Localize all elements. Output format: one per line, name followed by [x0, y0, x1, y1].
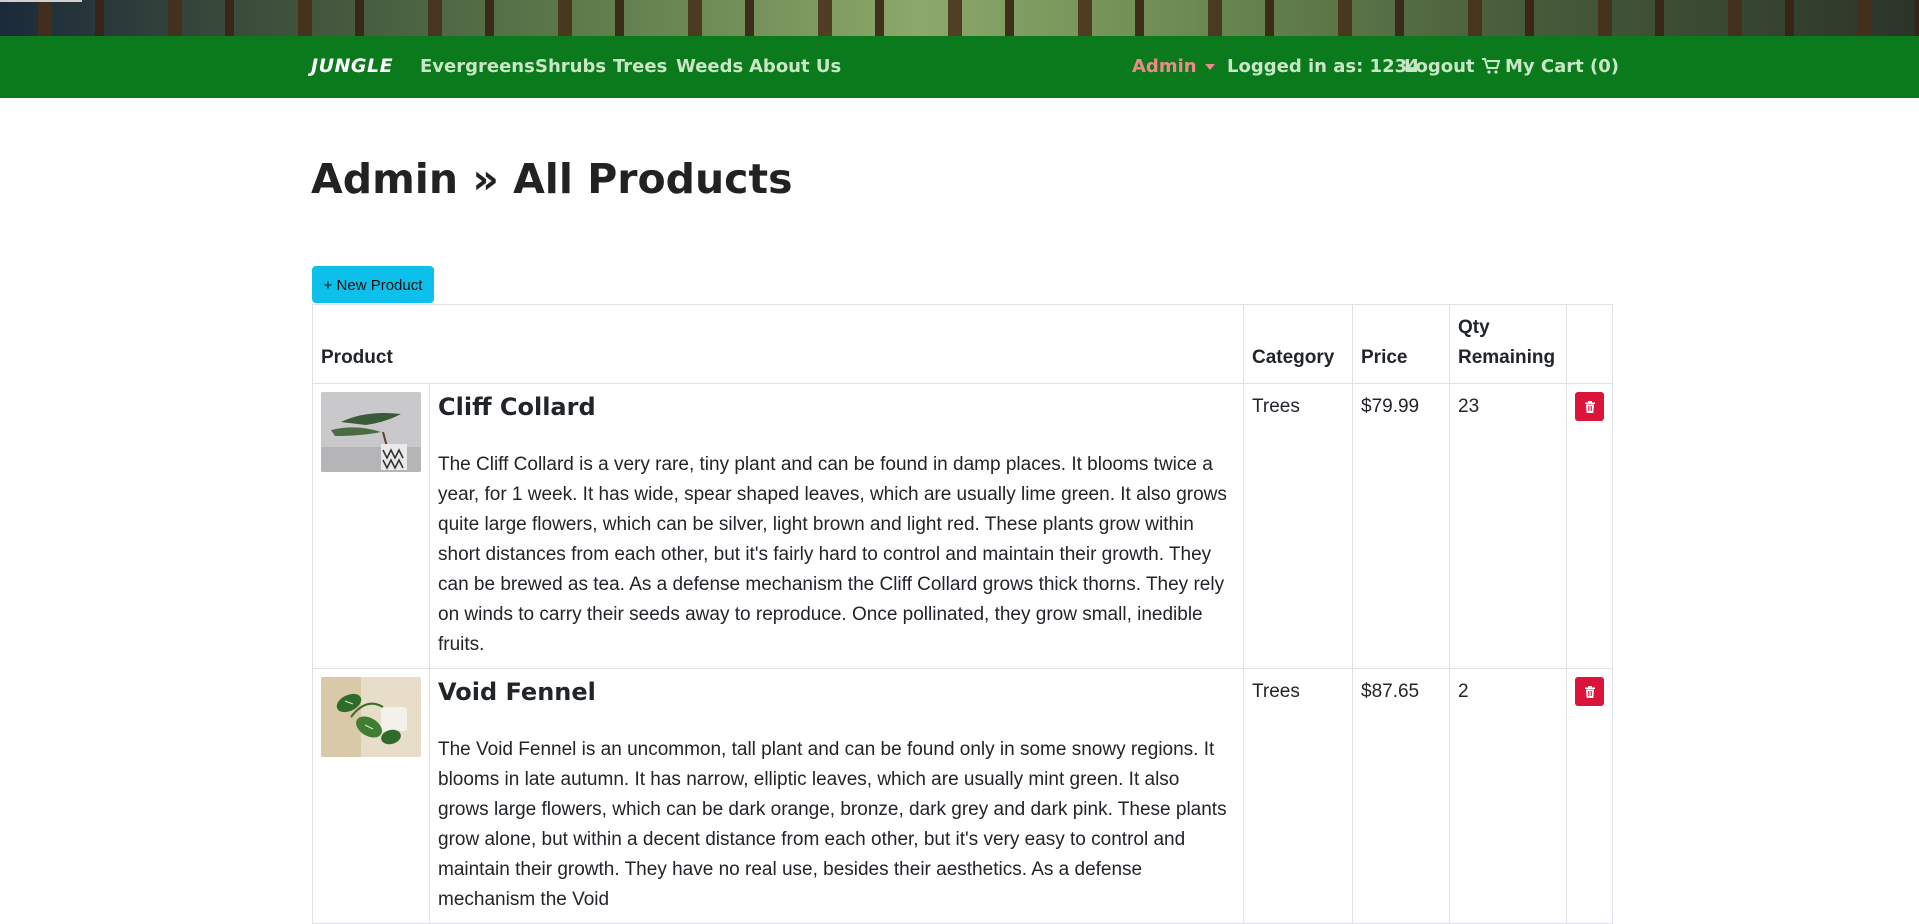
- admin-dropdown[interactable]: Admin: [1132, 56, 1215, 77]
- trash-icon: [1584, 400, 1595, 413]
- cart-link[interactable]: My Cart (0): [1482, 56, 1619, 77]
- table-header-row: Product Category Price Qty Remaining: [312, 304, 1613, 384]
- header-category: Category: [1243, 304, 1353, 384]
- delete-product-button[interactable]: [1575, 677, 1604, 706]
- admin-label: Admin: [1132, 56, 1197, 77]
- products-table: Product Category Price Qty Remaining Cli…: [312, 304, 1613, 924]
- cart-icon: [1482, 58, 1500, 74]
- delete-product-button[interactable]: [1575, 392, 1604, 421]
- header-qty-remaining: Qty Remaining: [1449, 304, 1567, 384]
- bonsai-plant-image: [321, 392, 421, 472]
- product-name[interactable]: Cliff Collard: [438, 392, 1235, 422]
- logout-link[interactable]: Logout: [1404, 56, 1475, 77]
- product-name[interactable]: Void Fennel: [438, 677, 1235, 707]
- product-actions-cell: [1566, 383, 1613, 669]
- header-product: Product: [312, 304, 1244, 384]
- banner-edge-line: [0, 0, 82, 2]
- product-description: The Void Fennel is an uncommon, tall pla…: [438, 739, 1227, 910]
- brand-logo[interactable]: JUNGLE: [311, 55, 393, 77]
- trash-icon: [1584, 685, 1595, 698]
- product-details-cell: Void Fennel The Void Fennel is an uncomm…: [429, 668, 1244, 924]
- logged-in-status: Logged in as: 1234: [1227, 56, 1420, 77]
- nav-link-shrubs[interactable]: Shrubs: [535, 56, 606, 77]
- nav-link-weeds[interactable]: Weeds: [676, 56, 743, 77]
- product-category: Trees: [1243, 383, 1353, 669]
- table-row: Void Fennel The Void Fennel is an uncomm…: [312, 668, 1613, 924]
- product-image-cell: [312, 668, 430, 924]
- forest-banner: [0, 0, 1919, 36]
- product-actions-cell: [1566, 668, 1613, 924]
- chevron-down-icon: [1204, 64, 1215, 70]
- product-category: Trees: [1243, 668, 1353, 924]
- nav-link-trees[interactable]: Trees: [613, 56, 667, 77]
- header-actions: [1566, 304, 1613, 384]
- header-price: Price: [1352, 304, 1450, 384]
- product-description: The Cliff Collard is a very rare, tiny p…: [438, 454, 1227, 655]
- product-price: $79.99: [1352, 383, 1450, 669]
- nav-link-evergreens[interactable]: Evergreens: [420, 56, 535, 77]
- new-product-button[interactable]: + New Product: [312, 266, 434, 303]
- page-title: Admin » All Products: [311, 155, 793, 203]
- navbar: JUNGLE Evergreens Shrubs Trees Weeds Abo…: [0, 36, 1919, 98]
- product-price: $87.65: [1352, 668, 1450, 924]
- product-image-cell: [312, 383, 430, 669]
- product-details-cell: Cliff Collard The Cliff Collard is a ver…: [429, 383, 1244, 669]
- nav-link-about-us[interactable]: About Us: [749, 56, 841, 77]
- table-row: Cliff Collard The Cliff Collard is a ver…: [312, 383, 1613, 669]
- product-qty: 2: [1449, 668, 1567, 924]
- pothos-plant-image: [321, 677, 421, 757]
- products-table-wrapper: Product Category Price Qty Remaining Cli…: [312, 304, 1613, 924]
- cart-label: My Cart (0): [1505, 56, 1619, 77]
- product-qty: 23: [1449, 383, 1567, 669]
